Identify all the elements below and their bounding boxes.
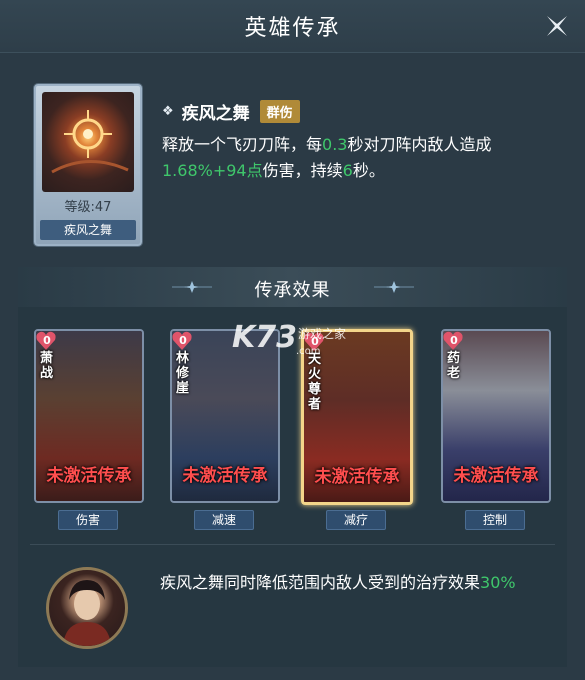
hero-name: 药老 (447, 351, 461, 381)
desc-value-interval: 0.3 (322, 135, 348, 154)
inheritance-bonus-text: 疾风之舞同时降低范围内敌人受到的治疗效果30% (160, 570, 555, 596)
skill-card-name: 疾风之舞 (40, 220, 136, 240)
bonus-value: 30% (480, 573, 516, 592)
effects-title: 传承效果 (254, 280, 331, 301)
close-x-icon[interactable] (543, 12, 571, 40)
skill-description: 释放一个飞刃刀阵，每0.3秒对刀阵内敌人造成 1.68%+94点伤害，持续6秒。 (162, 132, 557, 184)
hero-status: 未激活传承 (182, 466, 268, 486)
panel-title: 英雄传承 (244, 16, 341, 41)
skill-level: 等级:47 (64, 200, 112, 215)
desc-value-duration: 6 (342, 161, 353, 180)
heart-count: 0 (450, 334, 458, 347)
watermark-site: 游戏之家 (298, 327, 347, 341)
hero-name: 萧战 (40, 351, 54, 381)
heart-count: 0 (179, 334, 187, 347)
hero-tag-slow: 减速 (194, 510, 254, 530)
heart-count: 0 (43, 334, 51, 347)
hero-status: 未激活传承 (314, 467, 400, 487)
hero-status: 未激活传承 (453, 466, 539, 486)
sparkle-right-icon (374, 281, 414, 293)
desc-text-2: 秒对刀阵内敌人造成 (347, 135, 492, 154)
hero-face-icon (63, 580, 111, 646)
desc-text-4: 秒。 (352, 161, 385, 180)
section-divider (30, 544, 555, 545)
skill-card[interactable]: 等级:47 疾风之舞 (34, 84, 142, 246)
effects-header: 传承效果 (18, 267, 567, 307)
skill-emblem-icon (51, 110, 129, 174)
skill-art-image (42, 92, 134, 192)
desc-text-1: 释放一个飞刃刀阵，每 (162, 135, 323, 154)
skill-title-row: ❖ 疾风之舞 群伤 (162, 98, 300, 124)
hero-tag-control: 控制 (465, 510, 525, 530)
desc-value-damage: 1.68%+94点 (162, 161, 263, 180)
watermark-logo: K73 (232, 320, 297, 355)
diamond-bullet-icon: ❖ (162, 103, 174, 119)
desc-text-3: 伤害，持续 (262, 161, 343, 180)
hero-tag-heal-reduce: 减疗 (326, 510, 386, 530)
skill-type-tag: 群伤 (259, 99, 300, 123)
bonus-text: 疾风之舞同时降低范围内敌人受到的治疗效果 (160, 573, 481, 592)
hero-status: 未激活传承 (46, 466, 132, 486)
hero-card-yaolao[interactable]: 0 药老 未激活传承 (441, 329, 551, 503)
skill-section: 等级:47 疾风之舞 ❖ 疾风之舞 群伤 释放一个飞刃刀阵，每0.3秒对刀阵内敌… (12, 70, 572, 250)
hero-tag-damage: 伤害 (58, 510, 118, 530)
selected-hero-avatar (46, 567, 128, 649)
hero-name: 林修崖 (176, 351, 190, 396)
watermark-domain: .com (296, 346, 321, 357)
panel-header: 英雄传承 (0, 0, 585, 53)
site-watermark: K73 游戏之家 .com (232, 320, 362, 366)
hero-inheritance-panel: 英雄传承 等级:47 疾风之舞 ❖ 疾风之舞 群伤 释放一个飞刃刀阵，每0.3秒… (0, 0, 585, 680)
hero-card-xiaozhan[interactable]: 0 萧战 未激活传承 (34, 329, 144, 503)
skill-name: 疾风之舞 (181, 103, 250, 124)
